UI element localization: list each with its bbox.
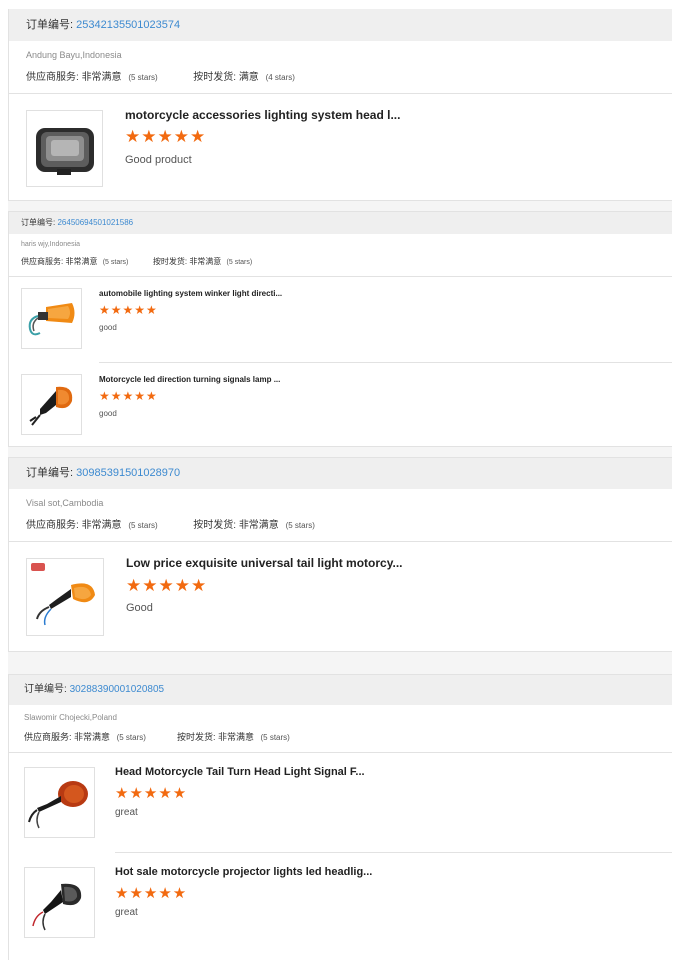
ontime-label: 按时发货: [193, 520, 237, 531]
supplier-service-label: 供应商服务: [26, 520, 79, 531]
order-number-label: 订单编号: [21, 218, 56, 227]
order-card: 订单编号: 25342135501023574 Andung Bayu,Indo… [8, 9, 672, 201]
rating-stars: ★★★★★ [125, 127, 207, 146]
order-separator [8, 201, 672, 211]
orange-winker-image [28, 303, 75, 336]
rating-stars: ★★★★★ [99, 303, 158, 317]
review-comment: good [99, 323, 117, 332]
rating-stars: ★★★★★ [126, 576, 208, 595]
ontime-value: 非常满意 [238, 520, 279, 531]
buyer-name: haris wjy,Indonesia [21, 241, 81, 248]
supplier-service-stars: (5 stars) [128, 521, 158, 530]
supplier-ratings: 供应商服务: 非常满意 (5 stars) 按时发货: 非常满意 (5 star… [21, 256, 252, 267]
ontime-stars: (5 stars) [260, 733, 290, 742]
rating-stars: ★★★★★ [115, 785, 188, 802]
order-separator [8, 447, 672, 457]
order-header: 订单编号: 30985391501028970 [9, 458, 672, 489]
product-item: automobile lighting system winker light … [9, 276, 672, 362]
supplier-service-stars: (5 stars) [102, 259, 129, 266]
order-number-link[interactable]: 25342135501023574 [76, 19, 180, 31]
product-thumbnail[interactable] [21, 288, 82, 349]
product-item: Low price exquisite universal tail light… [9, 541, 672, 651]
supplier-ratings: 供应商服务: 非常满意 (5 stars) 按时发货: 满意 (4 stars) [26, 68, 295, 83]
order-number-label: 订单编号: [26, 19, 74, 31]
order-header: 订单编号: 25342135501023574 [9, 9, 672, 41]
ontime-value: 满意 [238, 72, 259, 83]
supplier-service-label: 供应商服务: [24, 732, 72, 742]
black-turn-signal-image [29, 386, 73, 426]
product-title[interactable]: Motorcycle led direction turning signals… [99, 375, 319, 384]
product-thumbnail[interactable] [21, 374, 82, 435]
ontime-stars: (5 stars) [226, 259, 253, 266]
supplier-service-value: 非常满意 [81, 520, 122, 531]
review-comment: good [99, 409, 117, 418]
supplier-service-label: 供应商服务: [26, 72, 79, 83]
supplier-ratings: 供应商服务: 非常满意 (5 stars) 按时发货: 非常满意 (5 star… [26, 516, 315, 531]
review-comment: Good product [125, 154, 192, 166]
review-comment: Good [126, 602, 153, 614]
product-thumbnail[interactable] [24, 867, 95, 938]
ontime-label: 按时发货: [152, 257, 188, 266]
ontime-label: 按时发货: [193, 72, 237, 83]
order-card: 订单编号: 26450694501021586 haris wjy,Indone… [8, 211, 672, 447]
product-title[interactable]: automobile lighting system winker light … [99, 289, 319, 298]
smoked-signal-image [32, 883, 82, 931]
order-separator [8, 652, 672, 674]
supplier-service-value: 非常满意 [81, 72, 122, 83]
supplier-service-stars: (5 stars) [116, 733, 146, 742]
order-number-label: 订单编号: [26, 467, 74, 479]
product-thumbnail[interactable] [26, 558, 104, 636]
buyer-name: Andung Bayu,Indonesia [26, 50, 122, 60]
order-number-link[interactable]: 30288390001020805 [70, 684, 165, 695]
supplier-service-stars: (5 stars) [128, 73, 158, 82]
red-round-signal-image [28, 781, 88, 829]
rating-stars: ★★★★★ [115, 885, 188, 902]
order-number-link[interactable]: 26450694501021586 [57, 218, 133, 227]
review-comment: great [115, 807, 138, 818]
amber-indicator-image [31, 563, 95, 626]
ontime-stars: (5 stars) [285, 521, 315, 530]
review-comment: great [115, 907, 138, 918]
product-thumbnail[interactable] [24, 767, 95, 838]
product-thumbnail[interactable] [26, 110, 103, 187]
product-title[interactable]: Low price exquisite universal tail light… [126, 556, 406, 570]
supplier-ratings: 供应商服务: 非常满意 (5 stars) 按时发货: 非常满意 (5 star… [24, 730, 290, 743]
rating-stars: ★★★★★ [99, 389, 158, 403]
product-item: Motorcycle led direction turning signals… [9, 362, 672, 446]
product-item: motorcycle accessories lighting system h… [9, 93, 672, 200]
headlight-image [36, 128, 94, 175]
product-title[interactable]: Hot sale motorcycle projector lights led… [115, 866, 375, 878]
product-item: Head Motorcycle Tail Turn Head Light Sig… [9, 752, 672, 852]
order-number-label: 订单编号: [24, 684, 67, 695]
order-card: 订单编号: 30288390001020805 Slawomir Chojeck… [8, 674, 672, 960]
buyer-name: Slawomir Chojecki,Poland [24, 713, 117, 722]
supplier-service-label: 供应商服务: [21, 257, 64, 266]
order-header: 订单编号: 30288390001020805 [9, 675, 672, 705]
ontime-stars: (4 stars) [265, 73, 295, 82]
ontime-value: 非常满意 [189, 257, 222, 266]
order-card: 订单编号: 30985391501028970 Visal sot,Cambod… [8, 457, 672, 652]
order-number-link[interactable]: 30985391501028970 [76, 467, 180, 479]
buyer-name: Visal sot,Cambodia [26, 498, 104, 508]
product-title[interactable]: motorcycle accessories lighting system h… [125, 108, 405, 122]
supplier-service-value: 非常满意 [65, 257, 98, 266]
supplier-service-value: 非常满意 [74, 732, 111, 742]
ontime-value: 非常满意 [217, 732, 254, 742]
product-item: Hot sale motorcycle projector lights led… [9, 852, 672, 960]
order-header: 订单编号: 26450694501021586 [9, 212, 672, 234]
ontime-label: 按时发货: [176, 732, 216, 742]
product-title[interactable]: Head Motorcycle Tail Turn Head Light Sig… [115, 766, 375, 778]
